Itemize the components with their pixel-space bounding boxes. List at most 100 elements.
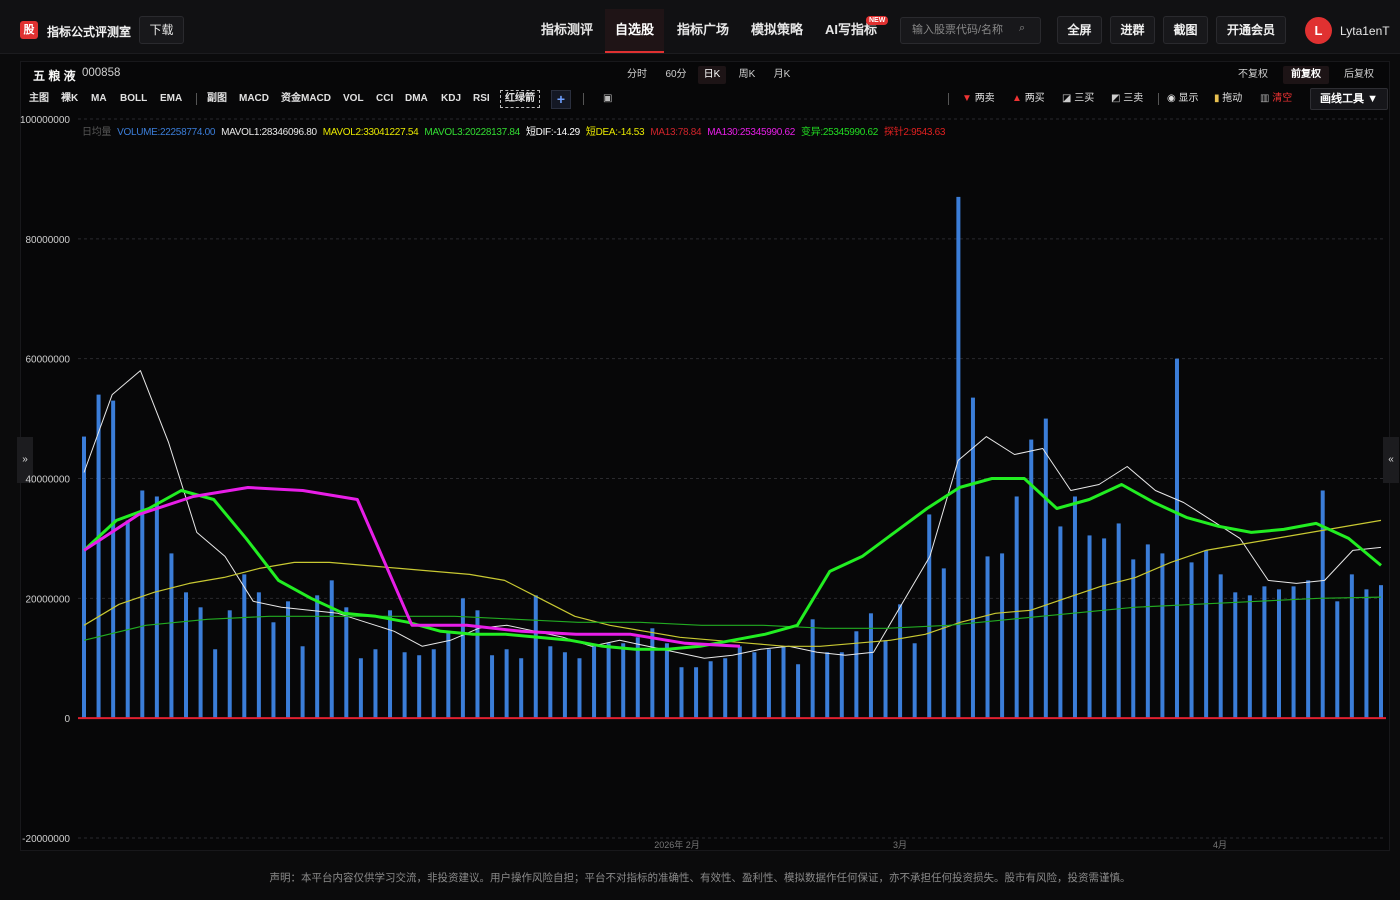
volume-bar [446, 631, 451, 719]
volume-bar [286, 601, 291, 719]
series-line [83, 596, 1382, 641]
volume-chart[interactable]: 100000000 80000000 60000000 40000000 2000000… [0, 0, 1400, 860]
volume-bar [1364, 589, 1369, 719]
y-tick-label: 20000000 [26, 594, 71, 605]
volume-bar [96, 394, 101, 719]
volume-bar [1160, 553, 1165, 719]
volume-bar [577, 658, 582, 719]
volume-bar [490, 655, 495, 719]
y-tick-label: 100000000 [20, 115, 70, 126]
volume-bar [912, 643, 917, 719]
volume-bar [1116, 523, 1121, 719]
volume-bar [839, 652, 844, 719]
volume-bar [1379, 585, 1383, 719]
volume-bar [198, 607, 203, 719]
volume-bar [1131, 559, 1136, 719]
volume-bar [781, 646, 786, 719]
volume-bar [82, 436, 86, 719]
volume-bar [708, 661, 713, 719]
volume-bar [737, 646, 742, 719]
volume-bar [1087, 535, 1092, 719]
disclaimer: 声明：本平台内容仅供学习交流，非投资建议。用户操作风险自担；平台不对指标的准确性… [269, 872, 1131, 884]
y-tick-label: 60000000 [26, 355, 71, 366]
volume-bar [533, 595, 538, 719]
volume-bar [606, 643, 611, 719]
volume-bar [373, 649, 378, 719]
volume-bar [985, 556, 990, 719]
volume-bar [1058, 526, 1063, 719]
volume-bar [1189, 562, 1194, 719]
volume-bar [1029, 439, 1034, 719]
volume-bar [140, 490, 145, 719]
volume-bar [592, 646, 597, 719]
volume-bar [1276, 589, 1281, 719]
volume-bar [504, 649, 509, 719]
volume-bar [519, 658, 524, 719]
volume-bar [315, 595, 320, 719]
y-tick-label: 0 [64, 714, 70, 725]
volume-bar [1043, 418, 1048, 719]
volume-bar [1335, 601, 1340, 719]
volume-bar [868, 613, 873, 719]
volume-bar [1204, 550, 1209, 719]
volume-bar [664, 643, 669, 719]
series-line [83, 519, 1382, 647]
volume-bar [213, 649, 218, 719]
volume-bar [1247, 595, 1252, 719]
volume-bar [941, 568, 946, 719]
volume-bar [1014, 496, 1019, 719]
volume-bar [796, 664, 801, 719]
volume-bar [927, 514, 932, 719]
volume-bar [1291, 586, 1296, 719]
volume-bar [184, 592, 189, 719]
volume-bar [1102, 538, 1107, 719]
y-tick-label: -20000000 [22, 834, 70, 845]
volume-bar [125, 520, 130, 719]
volume-bar [329, 580, 334, 719]
volume-bar [111, 400, 116, 719]
volume-bar [1174, 358, 1179, 719]
volume-bar [169, 553, 174, 719]
volume-bar [417, 655, 422, 719]
volume-bar [810, 619, 815, 719]
volume-bar [431, 649, 436, 719]
volume-bar [1145, 544, 1150, 719]
x-tick-label: 3月 [893, 840, 907, 850]
volume-bar [1349, 574, 1354, 719]
volume-bar [723, 658, 728, 719]
volume-bar [388, 610, 393, 719]
volume-bar [883, 640, 888, 719]
volume-bar [548, 646, 553, 719]
volume-bar [154, 496, 159, 719]
volume-bar [242, 574, 247, 719]
volume-bar [562, 652, 567, 719]
volume-bar [358, 658, 363, 719]
volume-bar [752, 652, 757, 719]
y-tick-label: 40000000 [26, 475, 71, 486]
series-line [83, 370, 1382, 659]
x-tick-label: 4月 [1213, 840, 1227, 850]
volume-bar [271, 622, 276, 719]
volume-bar [970, 397, 975, 719]
volume-bar [1218, 574, 1223, 719]
volume-bar [650, 628, 655, 719]
volume-bar [1233, 592, 1238, 719]
x-tick-label: 2026年 2月 [654, 839, 700, 850]
volume-bar [694, 667, 699, 719]
volume-bar [956, 196, 961, 719]
volume-bar [854, 631, 859, 719]
volume-bar [402, 652, 407, 719]
volume-bar [825, 652, 830, 719]
volume-bar [344, 607, 349, 719]
volume-bar [300, 646, 305, 719]
volume-bar [256, 592, 261, 719]
y-tick-label: 80000000 [26, 235, 71, 246]
volume-bar [1306, 580, 1311, 719]
volume-bar [1072, 496, 1077, 719]
volume-bar [1000, 553, 1005, 719]
volume-bar [1262, 586, 1267, 719]
volume-bar [227, 610, 232, 719]
volume-bar [679, 667, 684, 719]
volume-bar [898, 604, 903, 719]
volume-bar [766, 649, 771, 719]
